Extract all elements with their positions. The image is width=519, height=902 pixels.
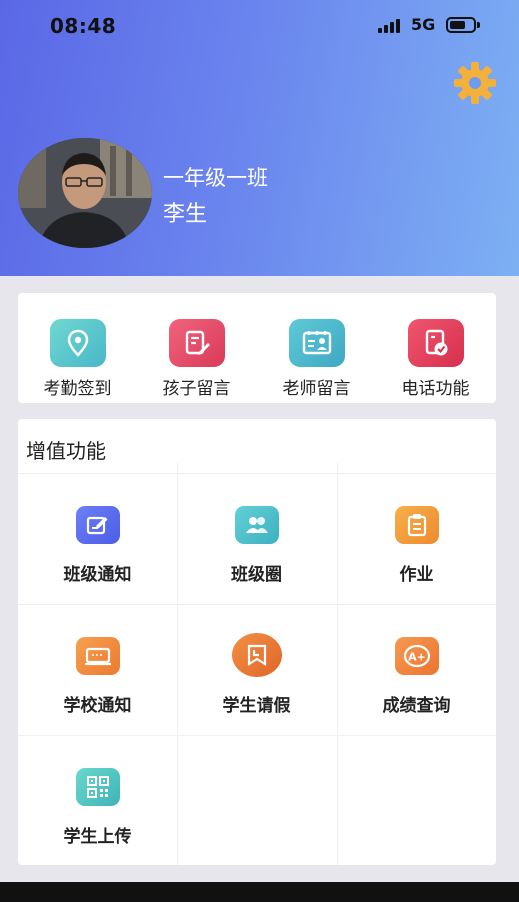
phone-card-icon	[408, 319, 464, 367]
grade-query-button[interactable]: A+ 成绩查询	[337, 605, 496, 735]
feature-label: 成绩查询	[382, 696, 451, 716]
feature-label: 学校通知	[63, 696, 132, 716]
feature-label: 班级圈	[231, 565, 282, 585]
status-time: 08:48	[50, 14, 117, 38]
feature-label: 学生上传	[63, 827, 132, 847]
school-notice-button[interactable]: 学校通知	[18, 605, 177, 735]
home-indicator-bar	[0, 882, 519, 902]
feature-label: 班级通知	[63, 565, 132, 585]
clipboard-icon	[395, 506, 439, 544]
section-title: 增值功能	[26, 439, 106, 463]
class-notice-button[interactable]: 班级通知	[18, 474, 177, 604]
monitor-icon	[76, 637, 120, 675]
quick-action-label: 孩子留言	[162, 379, 231, 399]
qr-code-icon	[76, 768, 120, 806]
student-upload-button[interactable]: 学生上传	[18, 736, 177, 866]
quick-action-label: 老师留言	[282, 379, 351, 399]
people-group-icon	[235, 506, 279, 544]
quick-actions-card: 考勤签到 孩子留言 老师留言 电话功能	[18, 293, 496, 403]
feature-label: 学生请假	[222, 696, 291, 716]
child-message-button[interactable]: 孩子留言	[137, 293, 256, 403]
location-pin-icon	[50, 319, 106, 367]
attendance-check-in-button[interactable]: 考勤签到	[18, 293, 137, 403]
phone-function-button[interactable]: 电话功能	[376, 293, 495, 403]
avatar[interactable]	[18, 138, 152, 248]
battery-icon	[446, 17, 480, 33]
student-leave-button[interactable]: 学生请假	[177, 605, 336, 735]
leave-clock-icon	[232, 633, 282, 677]
teacher-board-icon	[289, 319, 345, 367]
gear-icon[interactable]	[450, 60, 500, 106]
teacher-message-button[interactable]: 老师留言	[257, 293, 376, 403]
class-circle-button[interactable]: 班级圈	[177, 474, 336, 604]
quick-action-label: 电话功能	[401, 379, 470, 399]
profile-header: 08:48 5G 一年级一班 李生	[0, 0, 519, 276]
signal-icon	[378, 19, 402, 33]
network-type: 5G	[411, 15, 436, 34]
grade-a-plus-icon: A+	[395, 637, 439, 675]
homework-button[interactable]: 作业	[337, 474, 496, 604]
value-added-card: 增值功能 班级通知 班级圈 作业 学校通知 学生请假 A+ 成绩查询 学生上传	[18, 419, 496, 865]
class-name: 一年级一班	[163, 166, 268, 190]
edit-note-icon	[169, 319, 225, 367]
quick-action-label: 考勤签到	[43, 379, 112, 399]
status-bar: 08:48 5G	[0, 0, 519, 52]
svg-text:A+: A+	[408, 651, 426, 664]
edit-notice-icon	[76, 506, 120, 544]
user-name: 李生	[163, 202, 208, 227]
feature-label: 作业	[399, 565, 434, 585]
